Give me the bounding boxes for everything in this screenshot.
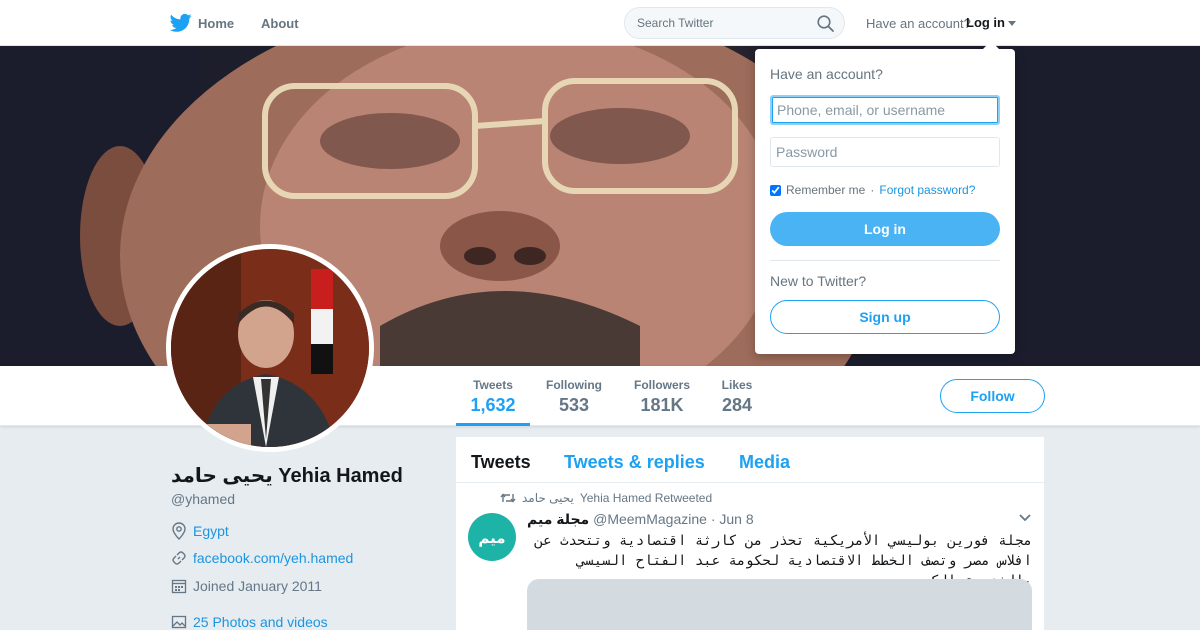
twitter-bird-icon bbox=[170, 13, 192, 32]
tweet-author-handle[interactable]: @MeemMagazine bbox=[593, 511, 707, 527]
signup-button[interactable]: Sign up bbox=[770, 300, 1000, 334]
profile-location: Egypt bbox=[171, 522, 229, 540]
tweets-timeline: Tweets Tweets & replies Media يحيى حامد … bbox=[456, 437, 1044, 630]
caret-down-icon bbox=[1008, 21, 1016, 27]
chevron-down-icon[interactable] bbox=[1018, 513, 1032, 523]
top-navigation-bar: Home About Have an account? Log in bbox=[0, 0, 1200, 46]
retweet-text: Yehia Hamed Retweeted bbox=[579, 491, 713, 505]
dropdown-title: Have an account? bbox=[770, 66, 883, 82]
stat-followers[interactable]: Followers 181K bbox=[633, 378, 691, 416]
search-icon[interactable] bbox=[817, 15, 834, 32]
stat-followers-value: 181K bbox=[640, 395, 684, 415]
tweet-item[interactable]: يحيى حامد Yehia Hamed Retweeted ميم مجلة… bbox=[456, 483, 1044, 630]
tweet-avatar-logo: ميم bbox=[478, 529, 505, 547]
login-button[interactable]: Log in bbox=[770, 212, 1000, 246]
stat-tweets-label: Tweets bbox=[473, 378, 513, 392]
remember-separator: · bbox=[870, 183, 875, 197]
profile-display-name: يحيى حامد Yehia Hamed bbox=[171, 465, 403, 487]
active-stat-indicator bbox=[456, 423, 530, 426]
retweet-context: يحيى حامد Yehia Hamed Retweeted bbox=[500, 491, 712, 505]
profile-website: facebook.com/yeh.hamed bbox=[171, 550, 353, 566]
calendar-icon bbox=[171, 579, 187, 594]
location-pin-icon bbox=[172, 522, 186, 540]
home-label: Home bbox=[198, 15, 235, 31]
login-dropdown: Have an account? Remember me · Forgot pa… bbox=[755, 41, 1015, 354]
website-link[interactable]: facebook.com/yeh.hamed bbox=[193, 550, 353, 566]
stat-likes-value: 284 bbox=[721, 395, 753, 415]
tweet-header: مجلة ميم @MeemMagazine · Jun 8 bbox=[527, 511, 754, 528]
stat-following-value: 533 bbox=[558, 395, 590, 415]
have-account-text: Have an account? bbox=[866, 16, 971, 31]
photo-icon bbox=[171, 615, 187, 629]
stat-followers-label: Followers bbox=[633, 378, 690, 392]
retweet-icon bbox=[500, 493, 516, 503]
tab-tweets[interactable]: Tweets bbox=[471, 452, 531, 473]
new-to-twitter-text: New to Twitter? bbox=[770, 273, 867, 289]
tweet-date[interactable]: · Jun 8 bbox=[711, 511, 754, 527]
location-link[interactable]: Egypt bbox=[193, 523, 229, 539]
tweet-media-card[interactable] bbox=[527, 579, 1032, 630]
remember-me-checkbox[interactable] bbox=[770, 184, 781, 196]
username-field[interactable] bbox=[770, 95, 1000, 125]
remember-me-label[interactable]: Remember me bbox=[786, 183, 865, 197]
home-link[interactable]: Home bbox=[170, 13, 234, 33]
stat-tweets-value: 1,632 bbox=[470, 395, 516, 415]
link-icon bbox=[172, 551, 186, 565]
profile-photos: 25 Photos and videos bbox=[171, 614, 328, 630]
stat-likes[interactable]: Likes 284 bbox=[721, 378, 753, 416]
stat-following-label: Following bbox=[546, 378, 602, 392]
remember-row: Remember me · Forgot password? bbox=[770, 183, 975, 197]
retweeter-arabic-name[interactable]: يحيى حامد bbox=[522, 491, 574, 505]
profile-handle: @yhamed bbox=[171, 491, 236, 507]
login-label: Log in bbox=[966, 15, 1005, 30]
dropdown-divider bbox=[770, 260, 1000, 261]
about-link[interactable]: About bbox=[261, 16, 299, 31]
tab-media[interactable]: Media bbox=[739, 452, 790, 473]
photos-link[interactable]: 25 Photos and videos bbox=[193, 614, 328, 630]
tweet-author-name[interactable]: مجلة ميم bbox=[527, 511, 589, 527]
profile-joined: Joined January 2011 bbox=[171, 578, 322, 594]
password-field[interactable] bbox=[770, 137, 1000, 167]
stat-likes-label: Likes bbox=[721, 378, 753, 392]
stat-following[interactable]: Following 533 bbox=[545, 378, 603, 416]
tweet-author-avatar[interactable]: ميم bbox=[468, 513, 516, 561]
search-box bbox=[624, 7, 845, 39]
stat-tweets[interactable]: Tweets 1,632 bbox=[470, 378, 516, 416]
profile-avatar[interactable] bbox=[166, 244, 374, 452]
timeline-tabs: Tweets Tweets & replies Media bbox=[456, 437, 1044, 483]
login-dropdown-toggle[interactable]: Log in bbox=[966, 15, 1016, 30]
forgot-password-link[interactable]: Forgot password? bbox=[879, 183, 975, 197]
tab-tweets-replies[interactable]: Tweets & replies bbox=[564, 452, 705, 473]
search-input[interactable] bbox=[625, 8, 805, 38]
follow-button[interactable]: Follow bbox=[940, 379, 1045, 413]
joined-date: Joined January 2011 bbox=[193, 578, 322, 594]
